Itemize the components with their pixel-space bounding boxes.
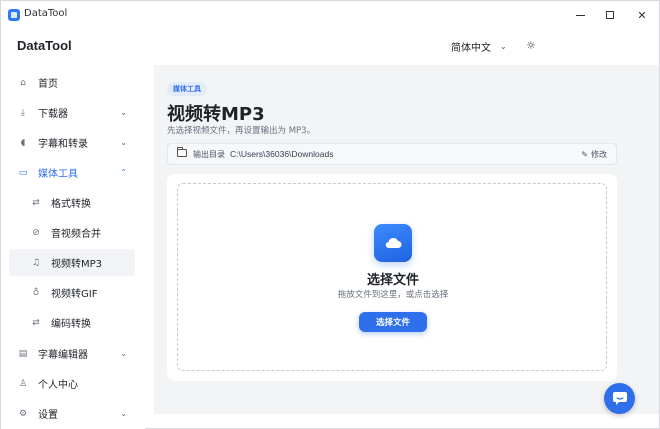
swap-icon: ⇄ xyxy=(32,197,40,208)
chat-button[interactable] xyxy=(604,383,635,414)
chevron-down-icon: ⌄ xyxy=(120,138,127,147)
close-button[interactable]: ✕ xyxy=(631,5,653,25)
sidebar-item-video-to-gif[interactable]: ♁ 视频转GIF xyxy=(9,279,135,306)
folder-icon xyxy=(177,147,187,157)
page-title: 视频转MP3 xyxy=(167,104,265,125)
chat-bubble-icon xyxy=(612,392,627,405)
brand-title: DataTool xyxy=(17,38,72,53)
minimize-icon xyxy=(575,14,585,16)
sidebar-item-label: 字幕和转录 xyxy=(38,139,88,150)
sidebar: ⌂ 首页 ⤓ 下载器 ⌄ ◖ 字幕和转录 ⌄ ▭ 媒体工具 ⌃ ⇄ 格式转换 ⊘… xyxy=(1,65,145,429)
app-logo-icon xyxy=(8,9,20,21)
home-icon: ⌂ xyxy=(20,77,26,88)
swap-icon: ⇄ xyxy=(32,317,40,328)
sidebar-item-av-merge[interactable]: ⊘ 音视频合并 xyxy=(9,219,135,246)
window-title: DataTool xyxy=(24,8,68,19)
output-directory-path: C:\Users\36036\Downloads xyxy=(230,149,334,159)
chevron-down-icon: ⌄ xyxy=(120,349,127,358)
sidebar-item-video-to-mp3[interactable]: ♫ 视频转MP3 xyxy=(9,249,135,276)
chevron-down-icon: ⌄ xyxy=(120,409,127,418)
file-drop-zone[interactable]: 选择文件 拖放文件到这里，或点击选择 选择文件 xyxy=(177,183,607,371)
section-tag: 媒体工具 xyxy=(167,82,207,96)
sidebar-item-label: 个人中心 xyxy=(38,380,78,391)
sidebar-item-label: 视频转MP3 xyxy=(51,259,103,270)
bulb-icon: ♁ xyxy=(32,287,40,298)
sidebar-item-label: 下载器 xyxy=(38,109,68,120)
sidebar-item-subtitles-transcription[interactable]: ◖ 字幕和转录 ⌄ xyxy=(9,129,135,156)
sidebar-item-home[interactable]: ⌂ 首页 xyxy=(9,69,135,96)
sidebar-item-media-tools[interactable]: ▭ 媒体工具 ⌃ xyxy=(9,159,135,186)
minimize-button[interactable] xyxy=(569,5,591,25)
link-icon: ⊘ xyxy=(32,227,40,238)
edit-output-button[interactable]: ✎ 修改 xyxy=(581,149,607,160)
maximize-button[interactable] xyxy=(599,5,621,25)
file-drop-card: 选择文件 拖放文件到这里，或点击选择 选择文件 xyxy=(167,174,617,381)
sidebar-item-encoding-convert[interactable]: ⇄ 编码转换 xyxy=(9,309,135,336)
sidebar-item-label: 首页 xyxy=(38,79,58,90)
page-description: 先选择视频文件，再设置输出为 MP3。 xyxy=(167,126,316,136)
video-icon: ▭ xyxy=(18,167,28,178)
subtitle-icon: ▤ xyxy=(18,348,28,359)
drop-subtitle: 拖放文件到这里，或点击选择 xyxy=(337,290,449,300)
sidebar-item-label: 设置 xyxy=(38,410,58,421)
output-directory-bar: 输出目录 C:\Users\36036\Downloads ✎ 修改 xyxy=(167,143,617,165)
sidebar-item-label: 字幕编辑器 xyxy=(38,350,88,361)
language-label: 简体中文 xyxy=(451,43,491,54)
main-content: 媒体工具 视频转MP3 先选择视频文件，再设置输出为 MP3。 输出目录 C:\… xyxy=(154,65,659,414)
drop-title: 选择文件 xyxy=(366,273,419,288)
title-bar: DataTool ✕ xyxy=(1,1,659,29)
sidebar-item-label: 编码转换 xyxy=(51,319,91,330)
app-header: DataTool 简体中文 ⌄ ☼ xyxy=(1,29,659,65)
app-window: DataTool ✕ DataTool 简体中文 ⌄ ☼ ⌂ 首页 ⤓ 下载器 … xyxy=(0,0,660,429)
sun-icon[interactable]: ☼ xyxy=(526,39,536,52)
cloud-upload-icon xyxy=(374,224,412,262)
edit-icon: ✎ xyxy=(581,150,588,159)
sidebar-item-profile[interactable]: ♙ 个人中心 xyxy=(9,370,135,397)
download-icon: ⤓ xyxy=(21,107,25,118)
maximize-icon xyxy=(606,11,614,19)
music-icon: ♫ xyxy=(31,257,41,268)
sidebar-item-format-convert[interactable]: ⇄ 格式转换 xyxy=(9,189,135,216)
chevron-down-icon: ⌄ xyxy=(120,108,127,117)
language-select[interactable]: 简体中文 ⌄ xyxy=(451,39,507,54)
sidebar-item-label: 格式转换 xyxy=(51,199,91,210)
chevron-down-icon: ⌄ xyxy=(500,42,507,51)
gear-icon: ⚙ xyxy=(18,408,28,419)
microphone-icon: ◖ xyxy=(20,137,26,148)
select-file-button[interactable]: 选择文件 xyxy=(359,312,427,332)
close-icon: ✕ xyxy=(637,8,647,22)
output-directory-label: 输出目录 xyxy=(193,150,225,159)
chevron-up-icon: ⌃ xyxy=(120,168,127,177)
sidebar-item-subtitle-editor[interactable]: ▤ 字幕编辑器 ⌄ xyxy=(9,340,135,367)
sidebar-item-label: 视频转GIF xyxy=(51,289,98,300)
sidebar-item-label: 音视频合并 xyxy=(51,229,101,240)
sidebar-item-settings[interactable]: ⚙ 设置 ⌄ xyxy=(9,400,135,427)
sidebar-item-label: 媒体工具 xyxy=(38,169,78,180)
edit-label: 修改 xyxy=(591,150,607,159)
sidebar-item-downloader[interactable]: ⤓ 下载器 ⌄ xyxy=(9,99,135,126)
user-icon: ♙ xyxy=(18,378,28,389)
